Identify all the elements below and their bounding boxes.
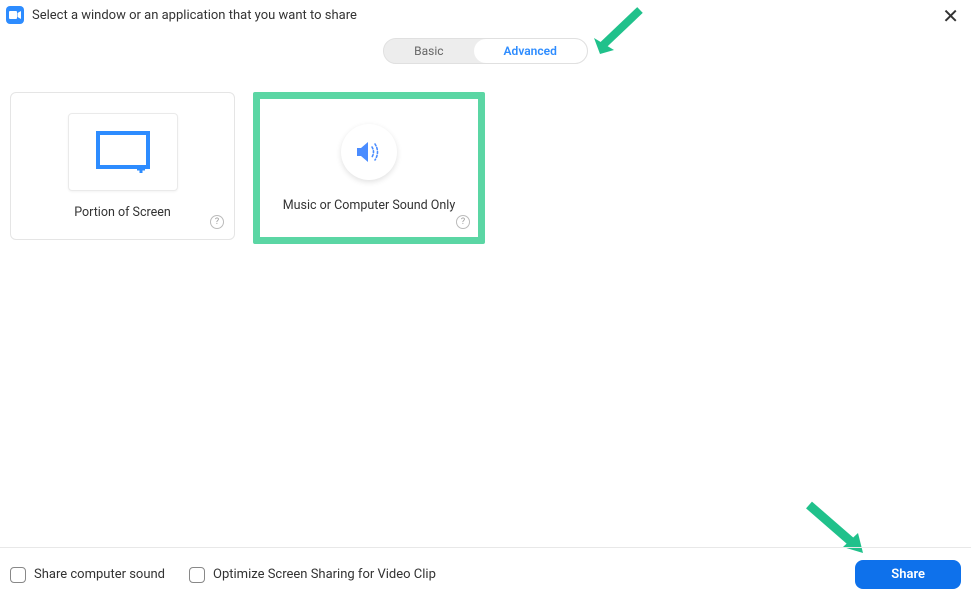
checkbox-optimize-video[interactable]: Optimize Screen Sharing for Video Clip (189, 567, 436, 583)
speaker-icon (355, 140, 383, 164)
screen-region-icon (96, 131, 150, 173)
speaker-icon-circle (341, 124, 397, 180)
dialog-title: Select a window or an application that y… (32, 8, 357, 23)
option-music-computer-sound[interactable]: Music or Computer Sound Only ? (253, 92, 485, 244)
sound-thumbnail (341, 124, 397, 180)
checkbox-share-sound[interactable]: Share computer sound (10, 567, 165, 583)
close-button[interactable]: ✕ (942, 6, 959, 26)
dialog-footer: Share computer sound Optimize Screen Sha… (0, 547, 971, 601)
dialog-header: Select a window or an application that y… (0, 0, 971, 28)
checkbox-label: Share computer sound (34, 567, 165, 582)
option-label: Portion of Screen (74, 205, 171, 220)
checkbox-label: Optimize Screen Sharing for Video Clip (213, 567, 436, 582)
option-label: Music or Computer Sound Only (283, 198, 456, 213)
checkbox-icon (189, 567, 205, 583)
share-button[interactable]: Share (855, 560, 961, 589)
tab-basic[interactable]: Basic (384, 39, 473, 63)
portion-thumbnail (68, 113, 178, 191)
option-portion-of-screen[interactable]: Portion of Screen ? (10, 92, 235, 240)
help-icon[interactable]: ? (210, 215, 224, 229)
tab-advanced[interactable]: Advanced (474, 39, 587, 63)
tabs-container: Basic Advanced (0, 38, 971, 64)
share-options: Portion of Screen ? Music or Computer So… (0, 64, 971, 244)
tabs: Basic Advanced (383, 38, 588, 64)
help-icon[interactable]: ? (456, 215, 470, 229)
checkbox-icon (10, 567, 26, 583)
zoom-logo-icon (6, 6, 24, 24)
